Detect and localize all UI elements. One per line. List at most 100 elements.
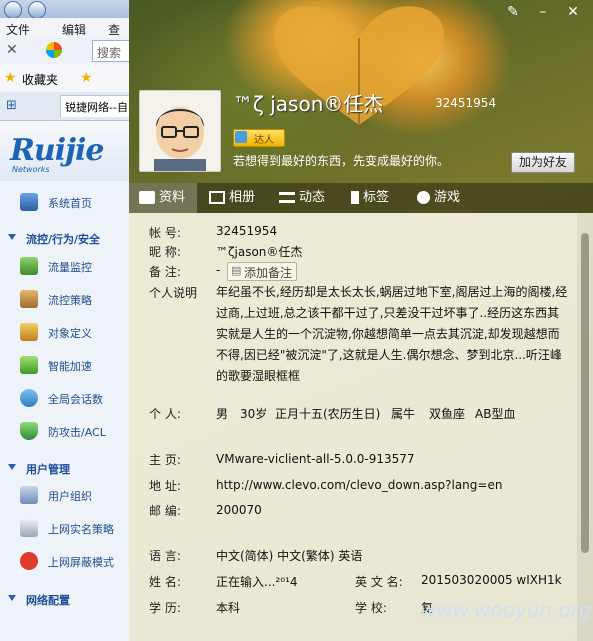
watermark: www.wooyun.org <box>420 598 592 622</box>
favorites-label[interactable]: 收藏夹 <box>22 71 58 88</box>
logo-subtext: Networks <box>12 165 50 174</box>
monitor-icon <box>20 193 38 211</box>
sidebar-item-sessions[interactable]: 全局会话数 <box>0 383 130 413</box>
sidebar-item-acceleration[interactable]: 智能加速 <box>0 350 130 380</box>
sidebar-group-users[interactable]: 用户管理 <box>0 457 130 479</box>
language-value: 中文(简体) 中文(繁体) 英语 <box>216 549 363 563</box>
menu-view[interactable]: 查 <box>108 21 120 38</box>
nick-value: ™ζjason®任杰 <box>216 245 303 259</box>
add-friend-button[interactable]: 加为好友 <box>511 152 575 173</box>
sidebar-item-label: 全局会话数 <box>48 393 103 406</box>
sidebar-group-flow[interactable]: 流控/行为/安全 <box>0 227 130 249</box>
sidebar-item-label: 对象定义 <box>48 327 92 340</box>
photo-icon <box>209 191 225 204</box>
add-remark-button[interactable]: ▤ 添加备注 <box>227 262 297 281</box>
sidebar-item-traffic-monitor[interactable]: 流量监控 <box>0 251 130 281</box>
age-value: 30岁 <box>240 407 268 421</box>
education-label: 学 历: <box>149 601 181 615</box>
sidebar-group-label: 用户管理 <box>26 463 70 476</box>
sidebar-item-flow-policy[interactable]: 流控策略 <box>0 284 130 314</box>
zip-value: 200070 <box>216 503 262 517</box>
sidebar-item-object-define[interactable]: 对象定义 <box>0 317 130 347</box>
close-icon[interactable]: ✕ <box>565 4 581 20</box>
profile-uid: 32451954 <box>435 96 497 110</box>
skin-brush-icon[interactable]: ✎ <box>505 4 521 20</box>
sidebar-group-network[interactable]: 网络配置 <box>0 588 130 610</box>
language-label: 语 言: <box>149 549 181 563</box>
search-input[interactable]: 搜索 <box>92 40 134 62</box>
blood-value: AB型血 <box>475 407 516 421</box>
bookmark-icon <box>351 191 359 204</box>
close-icon[interactable]: ✕ <box>6 42 18 58</box>
sidebar-item-acl[interactable]: 防攻击/ACL <box>0 416 130 446</box>
tab-label: 动态 <box>299 190 326 205</box>
tab-album[interactable]: 相册 <box>209 183 255 213</box>
star-value: 双鱼座 <box>429 407 466 421</box>
scrollbar-thumb[interactable] <box>581 233 589 553</box>
add-favorite-icon[interactable]: ★ <box>80 70 93 86</box>
avatar[interactable] <box>139 90 221 172</box>
homepage-value[interactable]: VMware-viclient-all-5.0.0-913577 <box>216 452 415 466</box>
tab-games[interactable]: 游戏 <box>417 183 460 213</box>
sidebar-item-user-org[interactable]: 用户组织 <box>0 480 130 510</box>
expert-badge[interactable]: 达人 <box>233 129 285 147</box>
add-remark-label: 添加备注 <box>244 266 293 280</box>
sidebar-item-realname[interactable]: 上网实名策略 <box>0 513 130 543</box>
zodiac-value: 属牛 <box>391 407 416 421</box>
list-icon <box>279 192 295 203</box>
sidebar-item-label: 用户组织 <box>48 490 92 503</box>
sidebar-item-label: 系统首页 <box>48 197 92 210</box>
game-icon <box>417 191 430 204</box>
search-placeholder: 搜索 <box>97 46 122 60</box>
tab-label: 游戏 <box>434 190 461 205</box>
zip-label: 邮 编: <box>149 504 181 518</box>
star-icon: ★ <box>4 70 17 86</box>
school-label: 学 校: <box>355 601 387 615</box>
chart-icon <box>20 257 38 275</box>
menu-file[interactable]: 文件 <box>6 21 30 38</box>
bio-text: 年纪虽不长,经历却是太长太长,蜗居过地下室,阁居过上海的阁楼,经过商,上过班,总… <box>216 285 568 383</box>
sidebar-item-block-mode[interactable]: 上网屏蔽模式 <box>0 546 130 576</box>
address-value: http://www.clevo.com/clevo_down.asp?lang… <box>216 478 503 492</box>
block-icon <box>20 552 38 570</box>
tab-ruijie[interactable]: 锐捷网络--自 <box>60 95 140 117</box>
scrollbar[interactable] <box>577 213 593 641</box>
english-name-label: 英 文 名: <box>355 575 403 589</box>
tab-profile[interactable]: 资料 <box>129 183 197 213</box>
menu-edit[interactable]: 编辑 <box>62 21 86 38</box>
sidebar-item-home[interactable]: 系统首页 <box>0 187 130 217</box>
shield-icon <box>20 422 38 440</box>
ruijie-sidebar: Ruijie Networks 系统首页 流控/行为/安全 流量监控 流控策略 … <box>0 121 131 641</box>
sidebar-item-label: 流控策略 <box>48 294 92 307</box>
windows-logo-icon <box>46 42 62 58</box>
back-button[interactable] <box>4 1 22 19</box>
forward-button[interactable] <box>28 1 46 19</box>
birthday-value: 正月十五(农历生日) <box>275 407 381 421</box>
tab-tags[interactable]: 标签 <box>351 183 389 213</box>
policy-icon <box>20 290 38 308</box>
address-label: 地 址: <box>149 479 181 493</box>
sidebar-item-label: 智能加速 <box>48 360 92 373</box>
profile-nickname: ™ζ jason®任杰 <box>233 92 384 116</box>
gender-value: 男 <box>216 407 229 421</box>
users-icon <box>20 486 38 504</box>
tab-feed[interactable]: 动态 <box>279 183 325 213</box>
tab-title: 锐捷网络--自 <box>65 101 128 114</box>
id-card-icon <box>139 191 155 204</box>
collapse-icon <box>8 464 16 470</box>
minimize-icon[interactable]: – <box>535 4 551 20</box>
accelerate-icon <box>20 356 38 374</box>
tab-label: 标签 <box>363 190 390 205</box>
sidebar-item-label: 流量监控 <box>48 261 92 274</box>
name-label: 姓 名: <box>149 575 181 589</box>
collapse-icon <box>8 234 16 240</box>
note-icon: ▤ <box>231 264 242 277</box>
profile-signature: 若想得到最好的东西，先变成最好的你。 <box>233 154 450 168</box>
avatar-cartoon-icon <box>140 91 220 171</box>
palette-icon <box>20 323 38 341</box>
logo-text: Ruijie <box>10 133 104 168</box>
quick-tabs-icon[interactable]: ⊞ <box>6 98 17 113</box>
sidebar-item-label: 上网屏蔽模式 <box>48 556 114 569</box>
tab-label: 资料 <box>159 190 186 205</box>
sidebar-group-label: 流控/行为/安全 <box>26 233 101 246</box>
